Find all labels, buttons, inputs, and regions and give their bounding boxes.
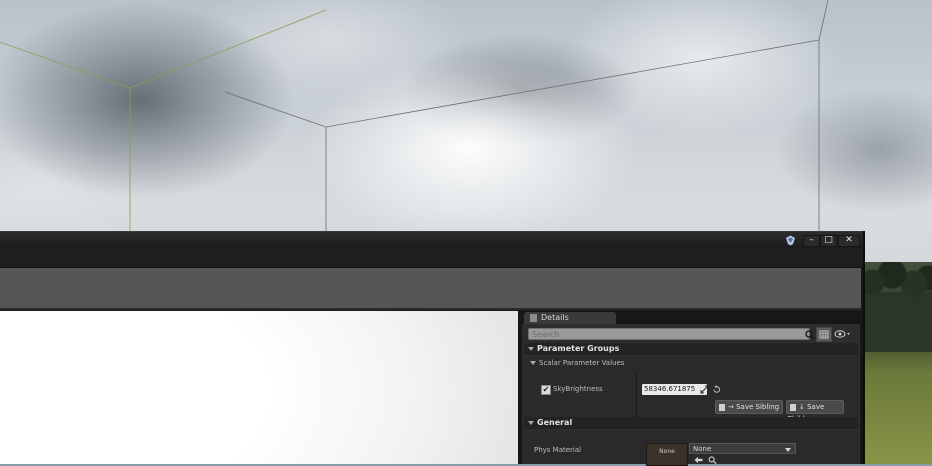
maximize-button[interactable]: □	[820, 235, 837, 247]
details-tab-icon	[530, 314, 537, 322]
general-label: General	[537, 418, 573, 427]
parameter-groups-header[interactable]: Parameter Groups	[524, 343, 858, 355]
save-child-icon	[790, 403, 796, 411]
ue-logo-icon	[786, 235, 795, 246]
collapse-caret-icon	[528, 346, 534, 351]
value-drag-icon[interactable]	[700, 385, 709, 394]
save-sibling-icon	[719, 403, 725, 411]
toolbar	[0, 268, 861, 310]
use-selected-arrow-icon[interactable]	[694, 456, 703, 464]
general-header[interactable]: General	[524, 417, 858, 429]
phys-material-thumbnail[interactable]: None	[646, 443, 688, 466]
sky-brightness-value: 58346.671875	[644, 385, 696, 393]
material-preview-viewport[interactable]	[0, 311, 518, 464]
scalar-parameter-label: Scalar Parameter Values	[539, 359, 625, 367]
search-icon[interactable]	[805, 330, 815, 340]
phys-material-thumbnail-text: None	[659, 448, 675, 455]
search-input[interactable]: Search	[528, 328, 815, 340]
browse-icon[interactable]	[708, 456, 717, 464]
chevron-down-icon	[785, 448, 791, 452]
save-sibling-label: Save Sibling	[736, 403, 780, 411]
sky-brightness-label: SkyBrightness	[553, 385, 603, 393]
search-placeholder: Search	[532, 330, 560, 339]
phys-material-dropdown-value: None	[693, 445, 712, 453]
sky-brightness-value-field[interactable]: 58346.671875	[642, 384, 707, 395]
save-child-button[interactable]: ↓ Save Child	[786, 400, 844, 423]
details-tab-label: Details	[541, 313, 569, 322]
sky-brightness-checkbox[interactable]: ✔	[541, 385, 551, 395]
material-editor-window[interactable]: – □ ✕ Details Search Parameter Groups Sc…	[0, 231, 865, 466]
grid-view-button[interactable]	[816, 327, 832, 342]
phys-material-dropdown[interactable]: None	[689, 443, 796, 454]
close-button[interactable]: ✕	[838, 235, 860, 247]
save-sibling-button[interactable]: → Save Sibling	[715, 400, 783, 414]
tab-details[interactable]: Details	[524, 312, 616, 324]
parameter-groups-label: Parameter Groups	[537, 344, 620, 353]
phys-material-label: Phys Material	[534, 446, 582, 454]
menu-bar	[0, 248, 863, 268]
tree-line	[862, 262, 932, 352]
title-bar[interactable]: – □ ✕	[0, 231, 863, 248]
reset-to-default-icon[interactable]	[712, 385, 721, 394]
scalar-parameter-group[interactable]: Scalar Parameter Values	[526, 359, 624, 367]
details-panel: Details Search Parameter Groups Scalar P…	[518, 310, 863, 466]
grid-view-icon	[819, 330, 829, 339]
minimize-button[interactable]: –	[803, 235, 820, 247]
collapse-caret-icon	[528, 420, 534, 425]
eye-icon[interactable]	[834, 328, 852, 340]
collapse-caret-icon	[530, 361, 536, 365]
details-body: Search Parameter Groups Scalar Parameter…	[522, 324, 860, 466]
